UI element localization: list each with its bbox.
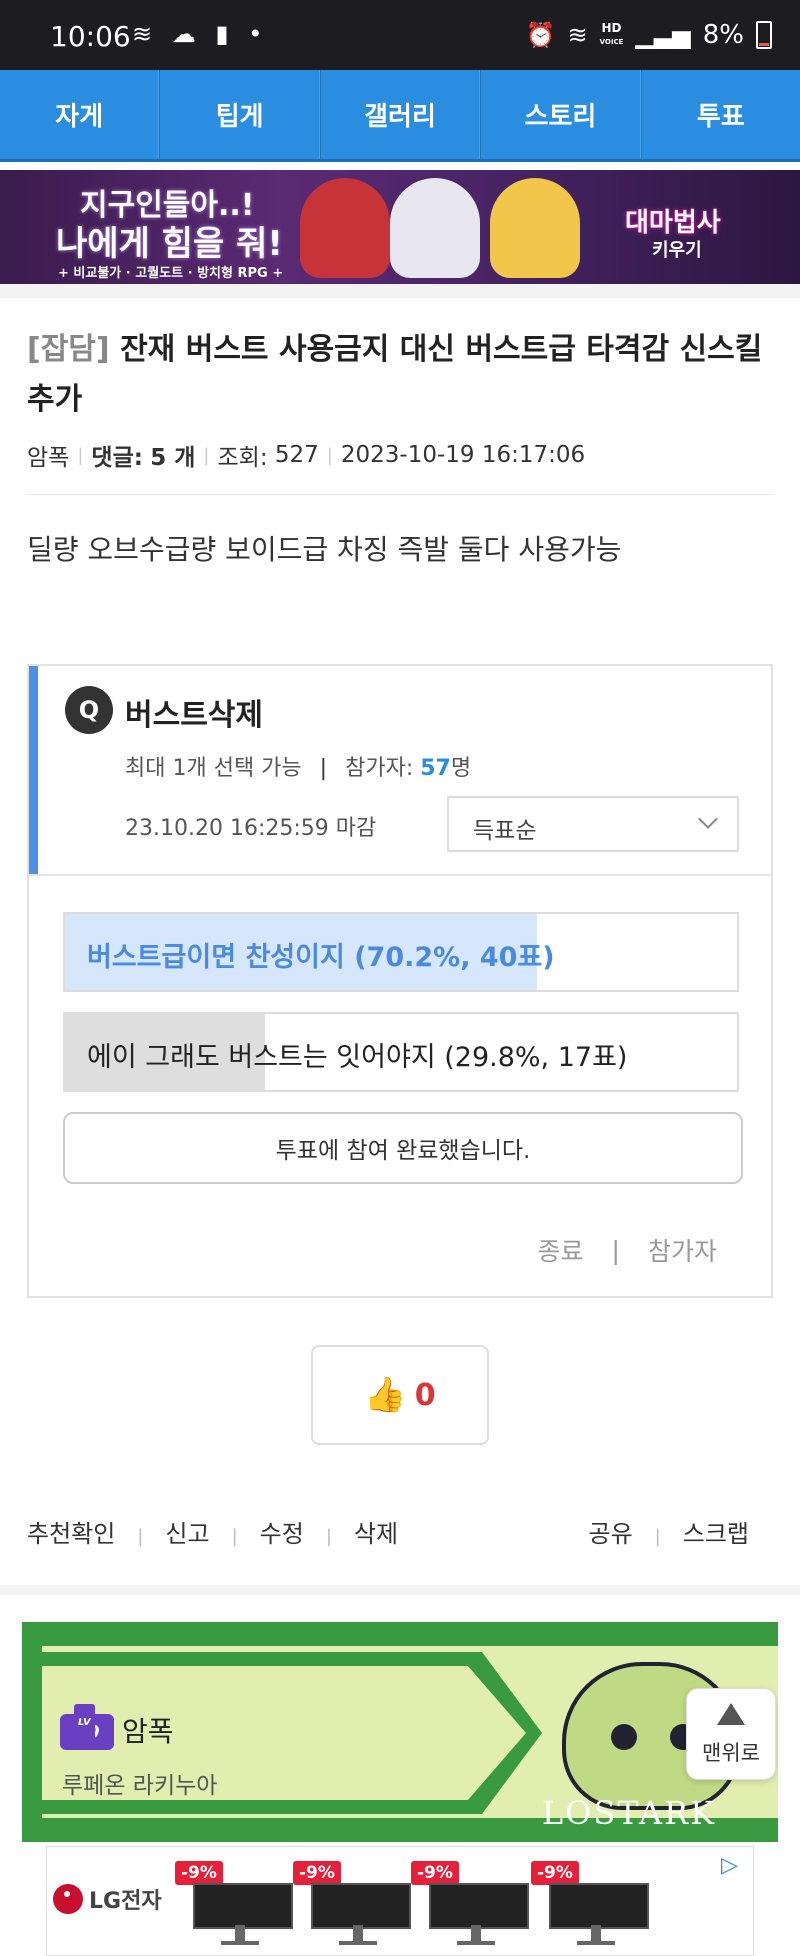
lg-logo: LG전자: [53, 1883, 162, 1915]
poll-end-link[interactable]: 종료: [538, 1232, 584, 1268]
post-body: 딜량 오브수급량 보이드급 차징 즉발 둘다 사용가능: [27, 533, 622, 566]
battery-percent: 8%: [702, 20, 744, 50]
adchoices-icon[interactable]: ▷: [721, 1853, 745, 1878]
poll-max-select: 최대 1개 선택 가능: [125, 756, 302, 781]
banner-game-logo: 대마법사: [625, 208, 721, 238]
poll-footer: 종료 | 참가자: [538, 1232, 717, 1268]
recommend-check-link[interactable]: 추천확인: [27, 1520, 115, 1548]
tab-free-board[interactable]: 자게: [0, 70, 160, 159]
ad-product[interactable]: -9%: [293, 1861, 413, 1951]
poll-deadline: 23.10.20 16:25:59 마감: [125, 816, 377, 841]
author-name: 암폭: [122, 1715, 174, 1748]
poll-sort-label: 득표순: [473, 818, 537, 844]
bottom-ad[interactable]: LG전자 -9% -9% -9% -9% ▷: [46, 1846, 754, 1956]
post-datetime: 2023-10-19 16:17:06: [340, 442, 586, 468]
author-card[interactable]: LV70 암폭 루페온 라키누아 LOSTARK: [22, 1622, 778, 1842]
poll-box: Q 버스트삭제 최대 1개 선택 가능 | 참가자: 57명 23.10.20 16…: [27, 664, 773, 1298]
hd-voice-icon: HD VOICE: [599, 21, 624, 46]
wifi-icon: ≋: [132, 20, 159, 48]
tab-gallery[interactable]: 갤러리: [319, 70, 481, 159]
views-label: 조회:: [217, 445, 268, 471]
poll-participants-count: 57: [420, 756, 451, 781]
comments-count[interactable]: 5 개: [150, 438, 195, 472]
ad-product[interactable]: -9%: [411, 1861, 531, 1951]
wifi-icon: ≋: [567, 21, 588, 49]
like-button[interactable]: 👍 0: [311, 1345, 489, 1445]
tab-story[interactable]: 스토리: [480, 70, 641, 159]
poll-participants-unit: 명: [450, 756, 472, 781]
dot-icon: •: [248, 20, 269, 48]
poll-info: 최대 1개 선택 가능 | 참가자: 57명: [125, 756, 472, 781]
edit-link[interactable]: 수정: [260, 1520, 304, 1548]
chevron-down-icon: [698, 809, 718, 829]
poll-participants-label: 참가자:: [345, 756, 414, 781]
arrow-up-icon: [717, 1703, 745, 1725]
poll-sort-select[interactable]: 득표순: [447, 796, 739, 852]
lostark-logo: LOSTARK: [541, 1794, 716, 1832]
scrap-link[interactable]: 스크랩: [683, 1520, 749, 1548]
battery-icon: [756, 21, 772, 49]
post-meta: 암폭 | 댓글: 5 개 | 조회: 527 | 2023-10-19 16:1…: [27, 438, 585, 472]
section-gap: [0, 1585, 800, 1595]
alarm-icon: ⏰: [525, 21, 556, 49]
ad-product[interactable]: -9%: [531, 1861, 651, 1951]
discount-badge: -9%: [531, 1861, 579, 1885]
banner-character-1: [300, 178, 390, 278]
status-right-icons: ⏰ ≋ HD VOICE ▁▃▅ 8%: [526, 20, 772, 50]
views-count: 527: [274, 442, 319, 468]
author-server-class: 루페온 라키누아: [62, 1773, 218, 1799]
discount-badge: -9%: [293, 1861, 341, 1885]
status-left-icons: ≋ ☁ ▮ •: [132, 20, 268, 48]
board-nav: 자게 팁게 갤러리 스토리 투표: [0, 70, 800, 162]
discount-badge: -9%: [411, 1861, 459, 1885]
post-category: [잡담]: [27, 332, 110, 367]
back-to-top-button[interactable]: 맨위로: [686, 1688, 776, 1780]
banner-character-3: [490, 178, 580, 278]
banner-character-2: [390, 178, 480, 278]
delete-link[interactable]: 삭제: [354, 1520, 398, 1548]
tab-vote[interactable]: 투표: [640, 70, 800, 159]
poll-option-text: 버스트급이면 찬성이지 (70.2%, 40표): [87, 942, 555, 973]
status-bar: 10:06 ≋ ☁ ▮ • ⏰ ≋ HD VOICE ▁▃▅ 8%: [0, 0, 800, 70]
post-author[interactable]: 암폭: [27, 438, 69, 472]
banner-headline-2: 나에게 힘을 줘!: [56, 224, 283, 264]
banner-ad[interactable]: 지구인들아..! 나에게 힘을 줘! + 비교불가 · 고퀄도트 · 방치형 R…: [0, 170, 800, 284]
thumbs-up-icon: 👍: [364, 1375, 407, 1415]
back-to-top-label: 맨위로: [702, 1741, 760, 1765]
poll-option[interactable]: 버스트급이면 찬성이지 (70.2%, 40표): [63, 912, 739, 992]
like-count: 0: [414, 1377, 436, 1413]
poll-option-text: 에이 그래도 버스트는 잇어야지 (29.8%, 17표): [87, 1042, 628, 1073]
share-link[interactable]: 공유: [589, 1520, 633, 1548]
poll-participants-link[interactable]: 참가자: [648, 1232, 717, 1268]
tab-tip-board[interactable]: 팁게: [159, 70, 320, 159]
post-title-text: 잔재 버스트 사용금지 대신 버스트급 타격감 신스킬 추가: [27, 332, 763, 417]
divider: [27, 494, 773, 495]
report-link[interactable]: 신고: [165, 1520, 209, 1548]
comments-label: 댓글:: [91, 445, 143, 471]
post-actions: 추천확인 | 신고 | 수정 | 삭제 공유 | 스크랩: [27, 1520, 749, 1548]
poll-question: 버스트삭제: [125, 698, 263, 733]
discount-badge: -9%: [175, 1861, 223, 1885]
signal-icon: ▁▃▅: [635, 21, 691, 49]
banner-game-logo-sub: 키우기: [652, 240, 702, 261]
poll-option[interactable]: 에이 그래도 버스트는 잇어야지 (29.8%, 17표): [63, 1012, 739, 1092]
poll-divider: [29, 874, 771, 876]
poll-accent-bar: [29, 666, 38, 874]
banner-tagline: + 비교불가 · 고퀄도트 · 방치형 RPG +: [58, 266, 284, 281]
section-gap: [0, 284, 800, 298]
ad-product[interactable]: -9%: [175, 1861, 295, 1951]
post-title: [잡담] 잔재 버스트 사용금지 대신 버스트급 타격감 신스킬 추가: [27, 325, 777, 425]
lg-logo-icon: [53, 1884, 83, 1914]
status-time: 10:06: [50, 20, 131, 53]
vote-complete-button[interactable]: 투표에 참여 완료했습니다.: [63, 1112, 743, 1184]
level-badge: LV70: [60, 1704, 114, 1750]
cloud-icon: ☁: [171, 20, 202, 48]
question-icon: Q: [65, 686, 113, 734]
alert-icon: ▮: [215, 20, 235, 48]
